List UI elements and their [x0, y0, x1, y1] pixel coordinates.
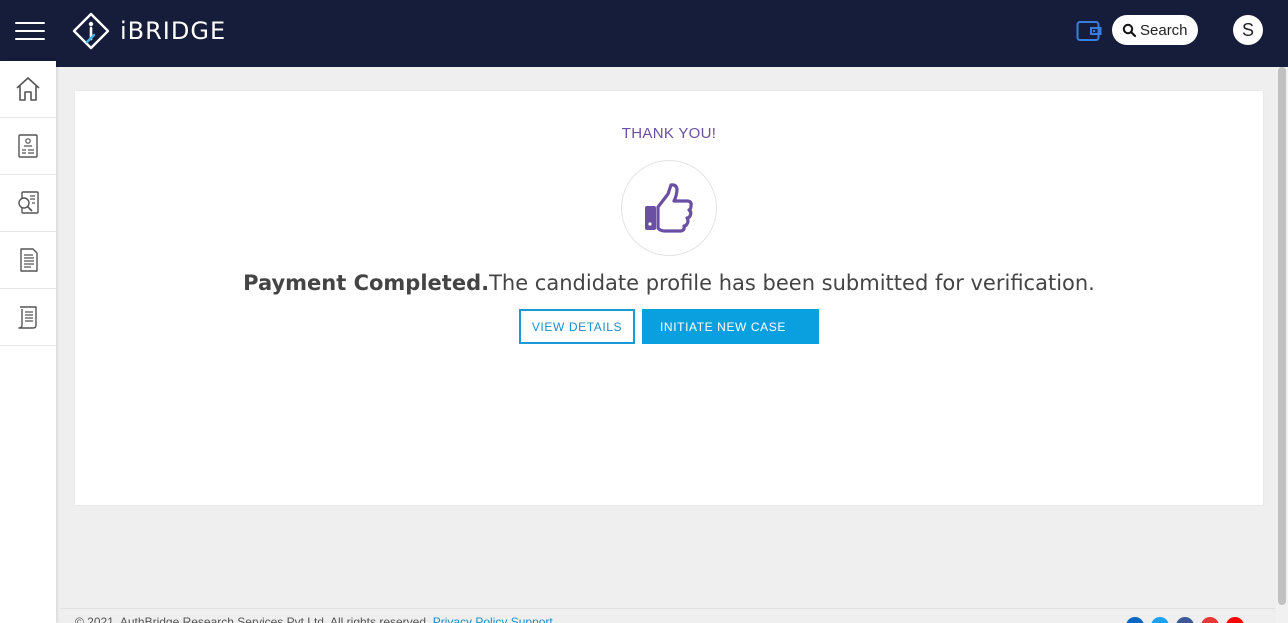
footer-divider: [60, 608, 1275, 609]
copyright-text: © 2021, AuthBridge Research Services Pvt…: [75, 615, 430, 623]
wallet-icon[interactable]: [1076, 19, 1102, 43]
view-details-button[interactable]: VIEW DETAILS: [519, 309, 635, 344]
scroll-document-icon: [18, 306, 37, 329]
ibridge-logo-icon: [72, 12, 110, 50]
thumbs-up-icon: [645, 183, 693, 233]
youtube-icon[interactable]: [1226, 617, 1244, 623]
initiate-new-case-button[interactable]: INITIATE NEW CASE: [642, 309, 819, 344]
user-avatar[interactable]: S: [1233, 15, 1263, 45]
privacy-policy-link[interactable]: Privacy Policy: [433, 615, 508, 623]
candidate-form-icon: [18, 134, 38, 158]
document-icon: [20, 248, 38, 272]
sidebar-item-home[interactable]: [0, 61, 56, 118]
page-scrollbar[interactable]: [1276, 67, 1288, 623]
footer-copyright: © 2021, AuthBridge Research Services Pvt…: [75, 615, 553, 623]
verification-report-icon: [18, 191, 39, 214]
support-link[interactable]: Support: [511, 615, 553, 623]
facebook-icon[interactable]: [1176, 617, 1194, 623]
brand-name: iBRIDGE: [120, 17, 227, 45]
brand-logo[interactable]: iBRIDGE: [72, 12, 226, 50]
scrollbar-thumb[interactable]: [1278, 67, 1286, 605]
thank-you-heading: THANK YOU!: [621, 125, 717, 142]
sidebar: [0, 61, 56, 623]
sidebar-item-candidate-form[interactable]: [0, 118, 56, 175]
google-plus-icon[interactable]: [1201, 617, 1219, 623]
confirmation-card: THANK YOU! Payment Completed.The candida…: [75, 91, 1263, 505]
payment-message: Payment Completed.The candidate profile …: [75, 271, 1263, 295]
thumbs-up-badge: [621, 160, 717, 256]
home-icon: [16, 77, 40, 101]
payment-status: Payment Completed.: [243, 271, 490, 295]
hamburger-menu-icon[interactable]: [15, 21, 45, 41]
sidebar-item-verification[interactable]: [0, 175, 56, 232]
submission-message: The candidate profile has been submitted…: [489, 271, 1095, 295]
search-icon: [1122, 23, 1136, 37]
sidebar-item-reports[interactable]: [0, 289, 56, 346]
search-button[interactable]: Search: [1112, 15, 1198, 45]
linkedin-icon[interactable]: [1126, 617, 1144, 623]
search-label: Search: [1140, 21, 1188, 39]
sidebar-item-documents[interactable]: [0, 232, 56, 289]
top-header: iBRIDGE Search S: [0, 0, 1288, 67]
twitter-icon[interactable]: [1151, 617, 1169, 623]
